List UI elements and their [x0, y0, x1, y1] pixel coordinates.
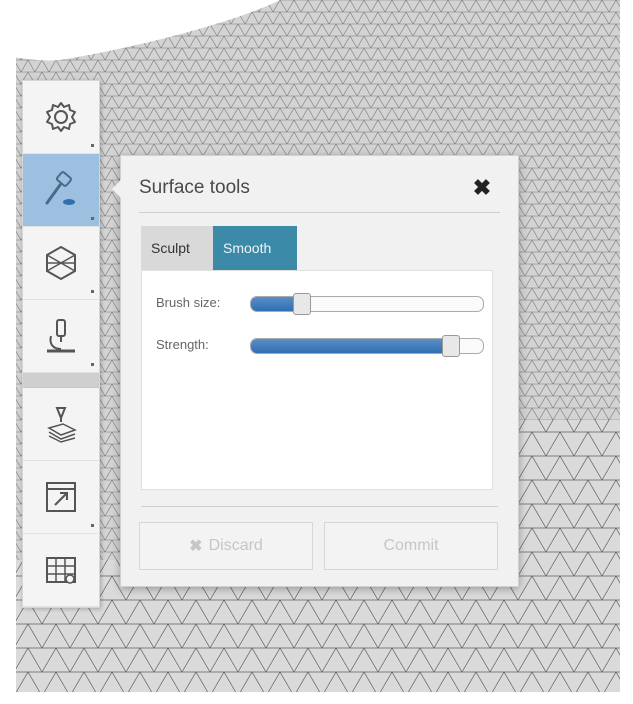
discard-button[interactable]: ✖ Discard	[139, 522, 313, 570]
submenu-indicator	[91, 363, 94, 366]
hexagon-mesh-icon	[46, 245, 76, 281]
brush-size-slider-thumb[interactable]	[293, 293, 312, 315]
panel-divider	[141, 506, 498, 507]
tab-smooth[interactable]: Smooth	[213, 226, 297, 270]
settings-tool-button[interactable]	[23, 81, 99, 154]
surface-tools-panel: Surface tools ✖ Sculpt Smooth Brush size…	[112, 155, 519, 587]
submenu-indicator	[91, 524, 94, 527]
panel-pointer-arrow	[112, 180, 121, 198]
submenu-indicator	[91, 290, 94, 293]
panel-header: Surface tools ✖	[139, 174, 500, 213]
submenu-indicator	[91, 144, 94, 147]
brush-size-row: Brush size:	[156, 291, 486, 315]
print-layers-icon	[47, 407, 77, 443]
discard-button-label: Discard	[208, 537, 263, 554]
panel-title: Surface tools	[139, 177, 250, 198]
hammer-icon	[45, 171, 75, 205]
table-tool-button[interactable]	[23, 534, 99, 607]
brush-size-slider-track[interactable]	[250, 296, 484, 312]
export-window-icon	[46, 482, 76, 512]
print-tool-button[interactable]	[23, 388, 99, 461]
analysis-tool-button[interactable]	[23, 300, 99, 373]
commit-button[interactable]: Commit	[324, 522, 498, 570]
smooth-tab-content: Brush size: Strength:	[141, 270, 493, 490]
submenu-indicator	[91, 217, 94, 220]
strength-label: Strength:	[156, 337, 209, 352]
brush-size-label: Brush size:	[156, 295, 221, 310]
left-toolbar	[22, 80, 100, 608]
discard-x-icon: ✖	[189, 538, 203, 555]
surface-tools-button[interactable]	[23, 154, 99, 227]
gear-icon	[46, 102, 76, 132]
strength-slider-fill	[251, 339, 451, 353]
strength-slider-thumb[interactable]	[441, 335, 460, 357]
commit-button-label: Commit	[383, 537, 439, 554]
toolbar-separator	[23, 373, 99, 388]
strength-row: Strength:	[156, 333, 486, 357]
mesh-tool-button[interactable]	[23, 227, 99, 300]
tab-sculpt[interactable]: Sculpt	[141, 226, 213, 270]
grid-table-icon	[46, 557, 76, 584]
microscope-icon	[47, 319, 75, 353]
close-icon[interactable]: ✖	[470, 174, 494, 202]
export-tool-button[interactable]	[23, 461, 99, 534]
tool-tabs: Sculpt Smooth	[141, 226, 297, 270]
